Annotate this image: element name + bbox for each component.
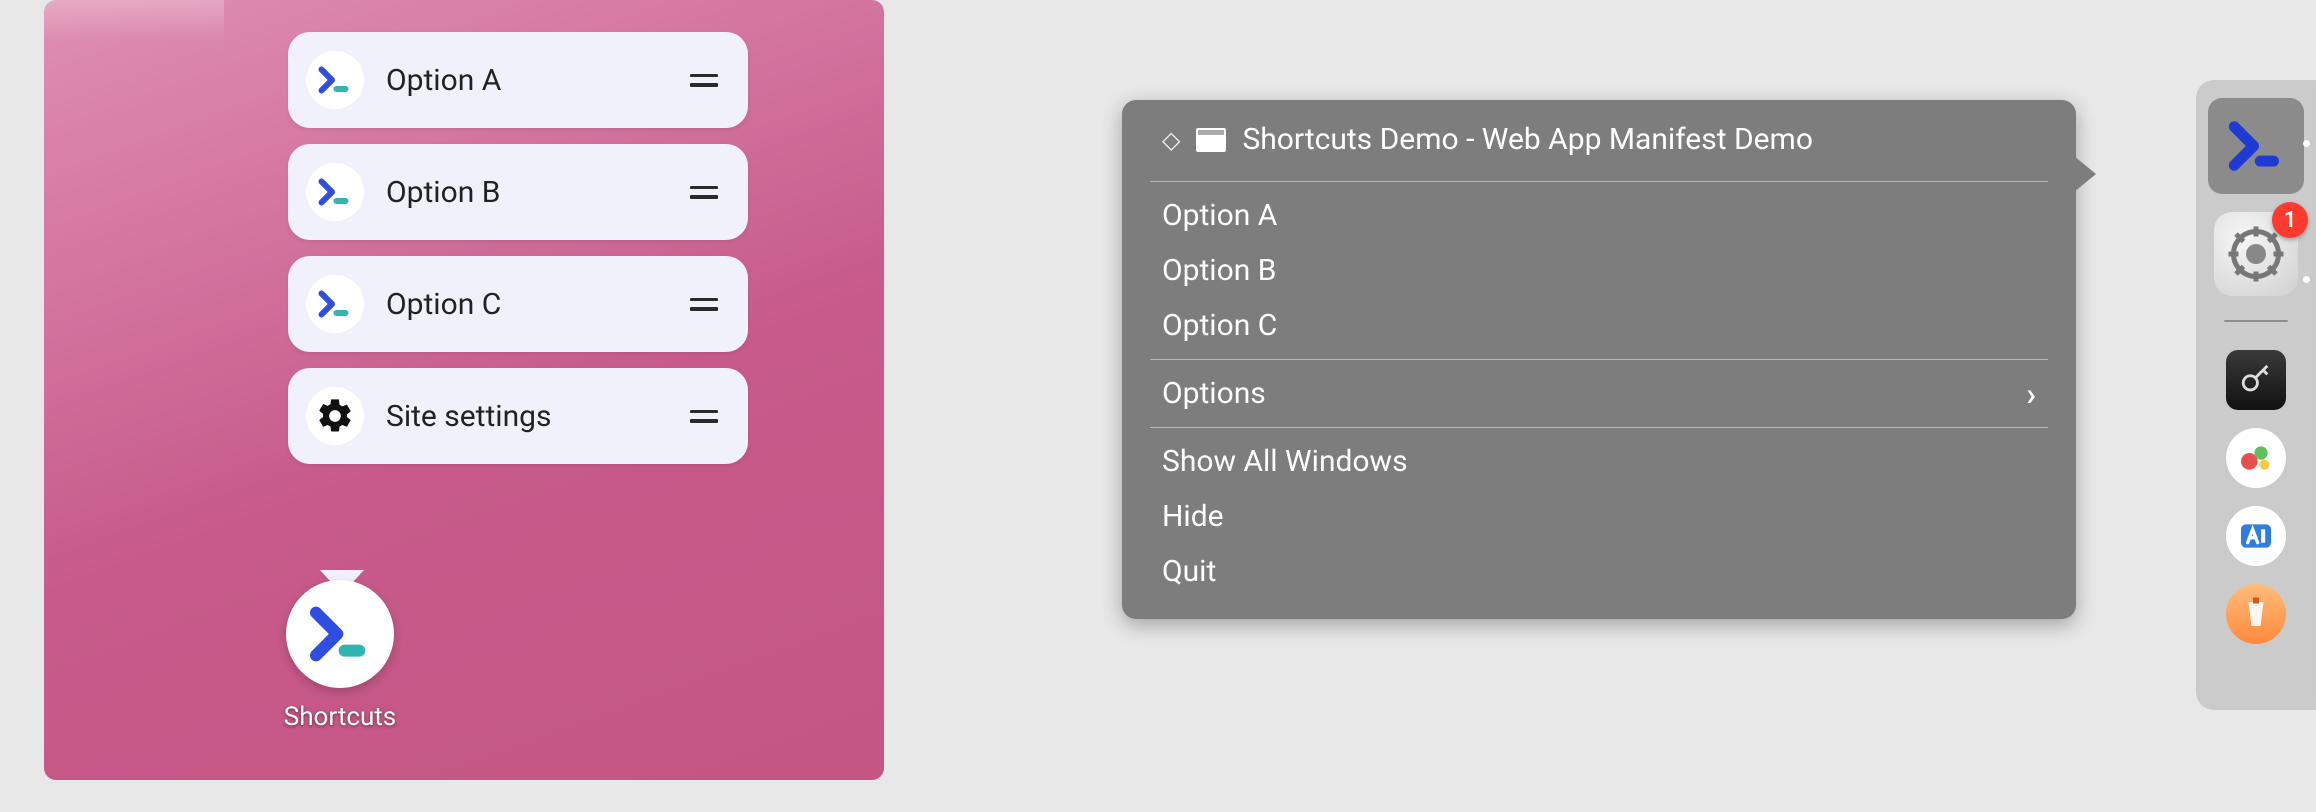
diamond-icon: ◇ bbox=[1162, 126, 1180, 154]
menu-item-label: Quit bbox=[1162, 554, 1216, 589]
menu-item-label: Option B bbox=[1162, 253, 1276, 288]
menu-item-label: Show All Windows bbox=[1162, 444, 1408, 479]
shortcut-tile-option-b[interactable]: Option B bbox=[288, 144, 748, 240]
drag-handle-icon[interactable] bbox=[686, 74, 722, 87]
mac-dock: 1 bbox=[2196, 80, 2316, 710]
menu-title-row[interactable]: ◇ Shortcuts Demo - Web App Manifest Demo bbox=[1122, 114, 2076, 175]
menu-item-show-all-windows[interactable]: Show All Windows bbox=[1122, 434, 2076, 489]
dock-app-misc-2[interactable] bbox=[2226, 506, 2286, 566]
menu-separator bbox=[1150, 181, 2048, 182]
android-home-screen: Option A Option B Option C bbox=[44, 0, 884, 780]
drag-handle-icon[interactable] bbox=[686, 410, 722, 423]
app-logo-icon bbox=[306, 163, 364, 221]
shortcut-tile-option-c[interactable]: Option C bbox=[288, 256, 748, 352]
shortcut-label: Site settings bbox=[386, 399, 686, 434]
app-launcher-icon[interactable] bbox=[286, 580, 394, 688]
shortcut-label: Option B bbox=[386, 175, 686, 210]
shortcut-tile-option-a[interactable]: Option A bbox=[288, 32, 748, 128]
menu-item-option-a[interactable]: Option A bbox=[1122, 188, 2076, 243]
menu-item-hide[interactable]: Hide bbox=[1122, 489, 2076, 544]
dock-separator bbox=[2224, 320, 2288, 322]
gear-icon bbox=[306, 387, 364, 445]
menu-item-options[interactable]: Options › bbox=[1122, 366, 2076, 421]
drag-handle-icon[interactable] bbox=[686, 298, 722, 311]
running-indicator-dot bbox=[2303, 140, 2310, 147]
drag-handle-icon[interactable] bbox=[686, 186, 722, 199]
dock-app-system-settings[interactable]: 1 bbox=[2214, 212, 2298, 296]
running-indicator-dot bbox=[2303, 276, 2310, 283]
menu-item-quit[interactable]: Quit bbox=[1122, 544, 2076, 599]
shortcut-label: Option C bbox=[386, 287, 686, 322]
menu-item-label: Option C bbox=[1162, 308, 1277, 343]
notification-badge: 1 bbox=[2272, 202, 2308, 238]
menu-item-option-c[interactable]: Option C bbox=[1122, 298, 2076, 353]
app-launcher-label: Shortcuts bbox=[244, 702, 436, 732]
shortcut-label: Option A bbox=[386, 63, 686, 98]
app-logo-icon bbox=[306, 51, 364, 109]
menu-separator bbox=[1150, 427, 2048, 428]
window-icon bbox=[1196, 128, 1226, 152]
shortcut-popup: Option A Option B Option C bbox=[288, 32, 748, 464]
mac-dock-menu: ◇ Shortcuts Demo - Web App Manifest Demo… bbox=[1122, 100, 2076, 619]
menu-item-label: Hide bbox=[1162, 499, 1224, 534]
dock-app-misc-3[interactable] bbox=[2226, 584, 2286, 644]
shortcut-tile-site-settings[interactable]: Site settings bbox=[288, 368, 748, 464]
dock-app-shortcuts-demo[interactable] bbox=[2208, 98, 2304, 194]
dock-app-keychain[interactable] bbox=[2226, 350, 2286, 410]
menu-item-label: Options bbox=[1162, 376, 1266, 411]
menu-title: Shortcuts Demo - Web App Manifest Demo bbox=[1242, 122, 1813, 157]
menu-item-label: Option A bbox=[1162, 198, 1277, 233]
app-logo-icon bbox=[306, 275, 364, 333]
chevron-right-icon: › bbox=[2026, 378, 2036, 410]
menu-separator bbox=[1150, 359, 2048, 360]
menu-item-option-b[interactable]: Option B bbox=[1122, 243, 2076, 298]
dock-app-misc-1[interactable] bbox=[2226, 428, 2286, 488]
